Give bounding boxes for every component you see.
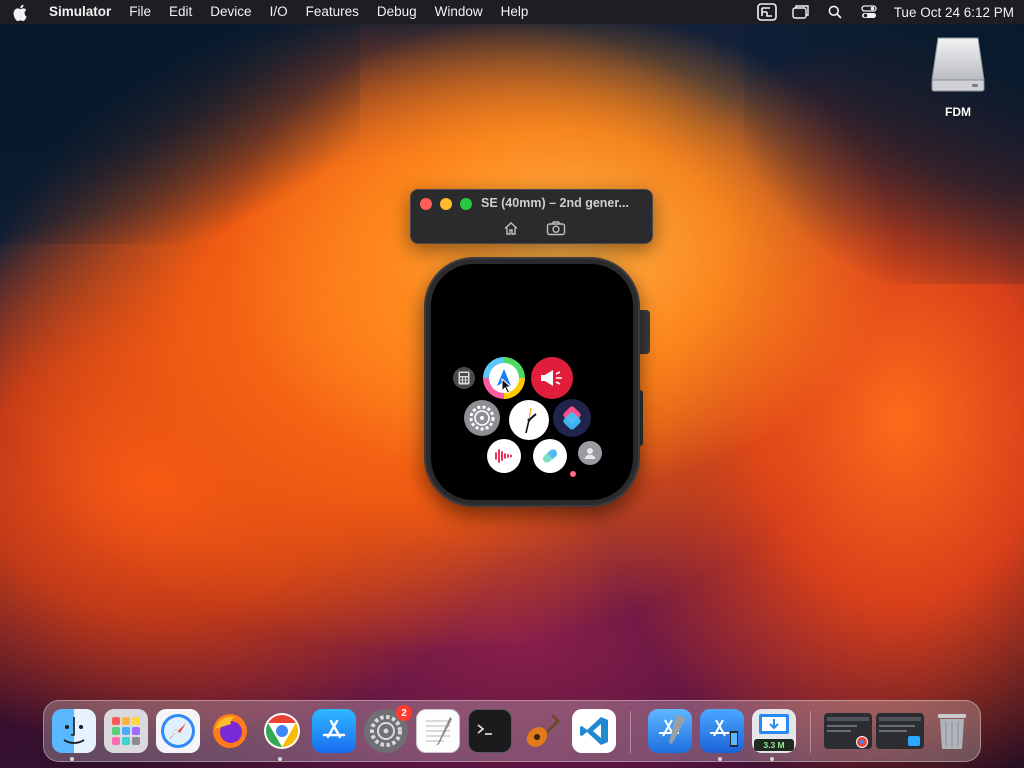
window-title: SE (40mm) – 2nd gener... xyxy=(481,196,629,210)
menu-io[interactable]: I/O xyxy=(261,0,297,24)
menubar-clock[interactable]: Tue Oct 24 6:12 PM xyxy=(886,5,1014,20)
desktop-disk[interactable]: FDM xyxy=(926,36,990,119)
watch-screen[interactable] xyxy=(431,264,633,500)
instruments-icon[interactable] xyxy=(520,709,564,753)
calculator-app-icon[interactable] xyxy=(453,367,475,389)
zoom-button[interactable] xyxy=(460,198,472,210)
dock: 2 3.3 M xyxy=(43,700,981,762)
app-store-icon[interactable] xyxy=(312,709,356,753)
voice-memos-app-icon[interactable] xyxy=(487,439,521,473)
firefox-icon[interactable] xyxy=(208,709,252,753)
menu-file[interactable]: File xyxy=(120,0,160,24)
vscode-icon[interactable] xyxy=(572,709,616,753)
menu-window[interactable]: Window xyxy=(426,0,492,24)
textedit-icon[interactable] xyxy=(416,709,460,753)
close-button[interactable] xyxy=(420,198,432,210)
running-indicator xyxy=(718,757,722,761)
clock-app-icon[interactable] xyxy=(509,400,549,440)
minimized-chrome-window[interactable] xyxy=(824,713,872,749)
minimize-button[interactable] xyxy=(440,198,452,210)
terminal-icon[interactable] xyxy=(468,709,512,753)
system-settings-icon[interactable]: 2 xyxy=(364,705,412,753)
settings-app-icon[interactable] xyxy=(464,400,500,436)
safari-icon[interactable] xyxy=(156,709,200,753)
menu-features[interactable]: Features xyxy=(297,0,368,24)
fdm-status-icon[interactable] xyxy=(750,0,784,24)
download-manager-icon[interactable]: 3.3 M xyxy=(752,709,796,753)
mouse-cursor-icon xyxy=(501,377,513,399)
menu-device[interactable]: Device xyxy=(201,0,260,24)
external-disk-icon xyxy=(931,37,985,92)
control-center-icon[interactable] xyxy=(852,0,886,24)
simulator-app-icon[interactable] xyxy=(700,709,744,753)
notification-badge: 2 xyxy=(396,705,412,721)
menu-bar: Simulator File Edit Device I/O Features … xyxy=(0,0,1024,24)
running-indicator xyxy=(770,757,774,761)
simulator-window[interactable]: SE (40mm) – 2nd gener... xyxy=(410,189,653,244)
xcode-icon[interactable] xyxy=(648,709,692,753)
trash-icon[interactable] xyxy=(930,709,974,753)
menu-debug[interactable]: Debug xyxy=(368,0,426,24)
medications-app-icon[interactable] xyxy=(533,439,567,473)
download-speed-label: 3.3 M xyxy=(754,739,794,751)
dock-separator xyxy=(630,711,631,753)
running-indicator xyxy=(278,757,282,761)
minimized-preview-window[interactable] xyxy=(876,713,924,749)
spotlight-search-icon[interactable] xyxy=(818,0,852,24)
dock-separator xyxy=(810,711,811,753)
running-indicator xyxy=(70,757,74,761)
activity-dot xyxy=(570,471,576,477)
chrome-icon[interactable] xyxy=(260,709,304,753)
shortcuts-app-icon[interactable] xyxy=(553,399,591,437)
contacts-app-icon[interactable] xyxy=(578,441,602,465)
disk-label: FDM xyxy=(945,105,971,119)
home-icon[interactable] xyxy=(501,220,521,236)
menu-edit[interactable]: Edit xyxy=(160,0,201,24)
apple-menu-icon[interactable] xyxy=(0,0,40,24)
menu-app-name[interactable]: Simulator xyxy=(40,0,120,24)
menu-help[interactable]: Help xyxy=(492,0,538,24)
finder-icon[interactable] xyxy=(52,709,96,753)
launchpad-icon[interactable] xyxy=(104,709,148,753)
screenshot-icon[interactable] xyxy=(545,220,567,236)
wallpaper-shade xyxy=(0,24,360,244)
window-switch-icon[interactable] xyxy=(784,0,818,24)
noise-app-icon[interactable] xyxy=(531,357,573,399)
